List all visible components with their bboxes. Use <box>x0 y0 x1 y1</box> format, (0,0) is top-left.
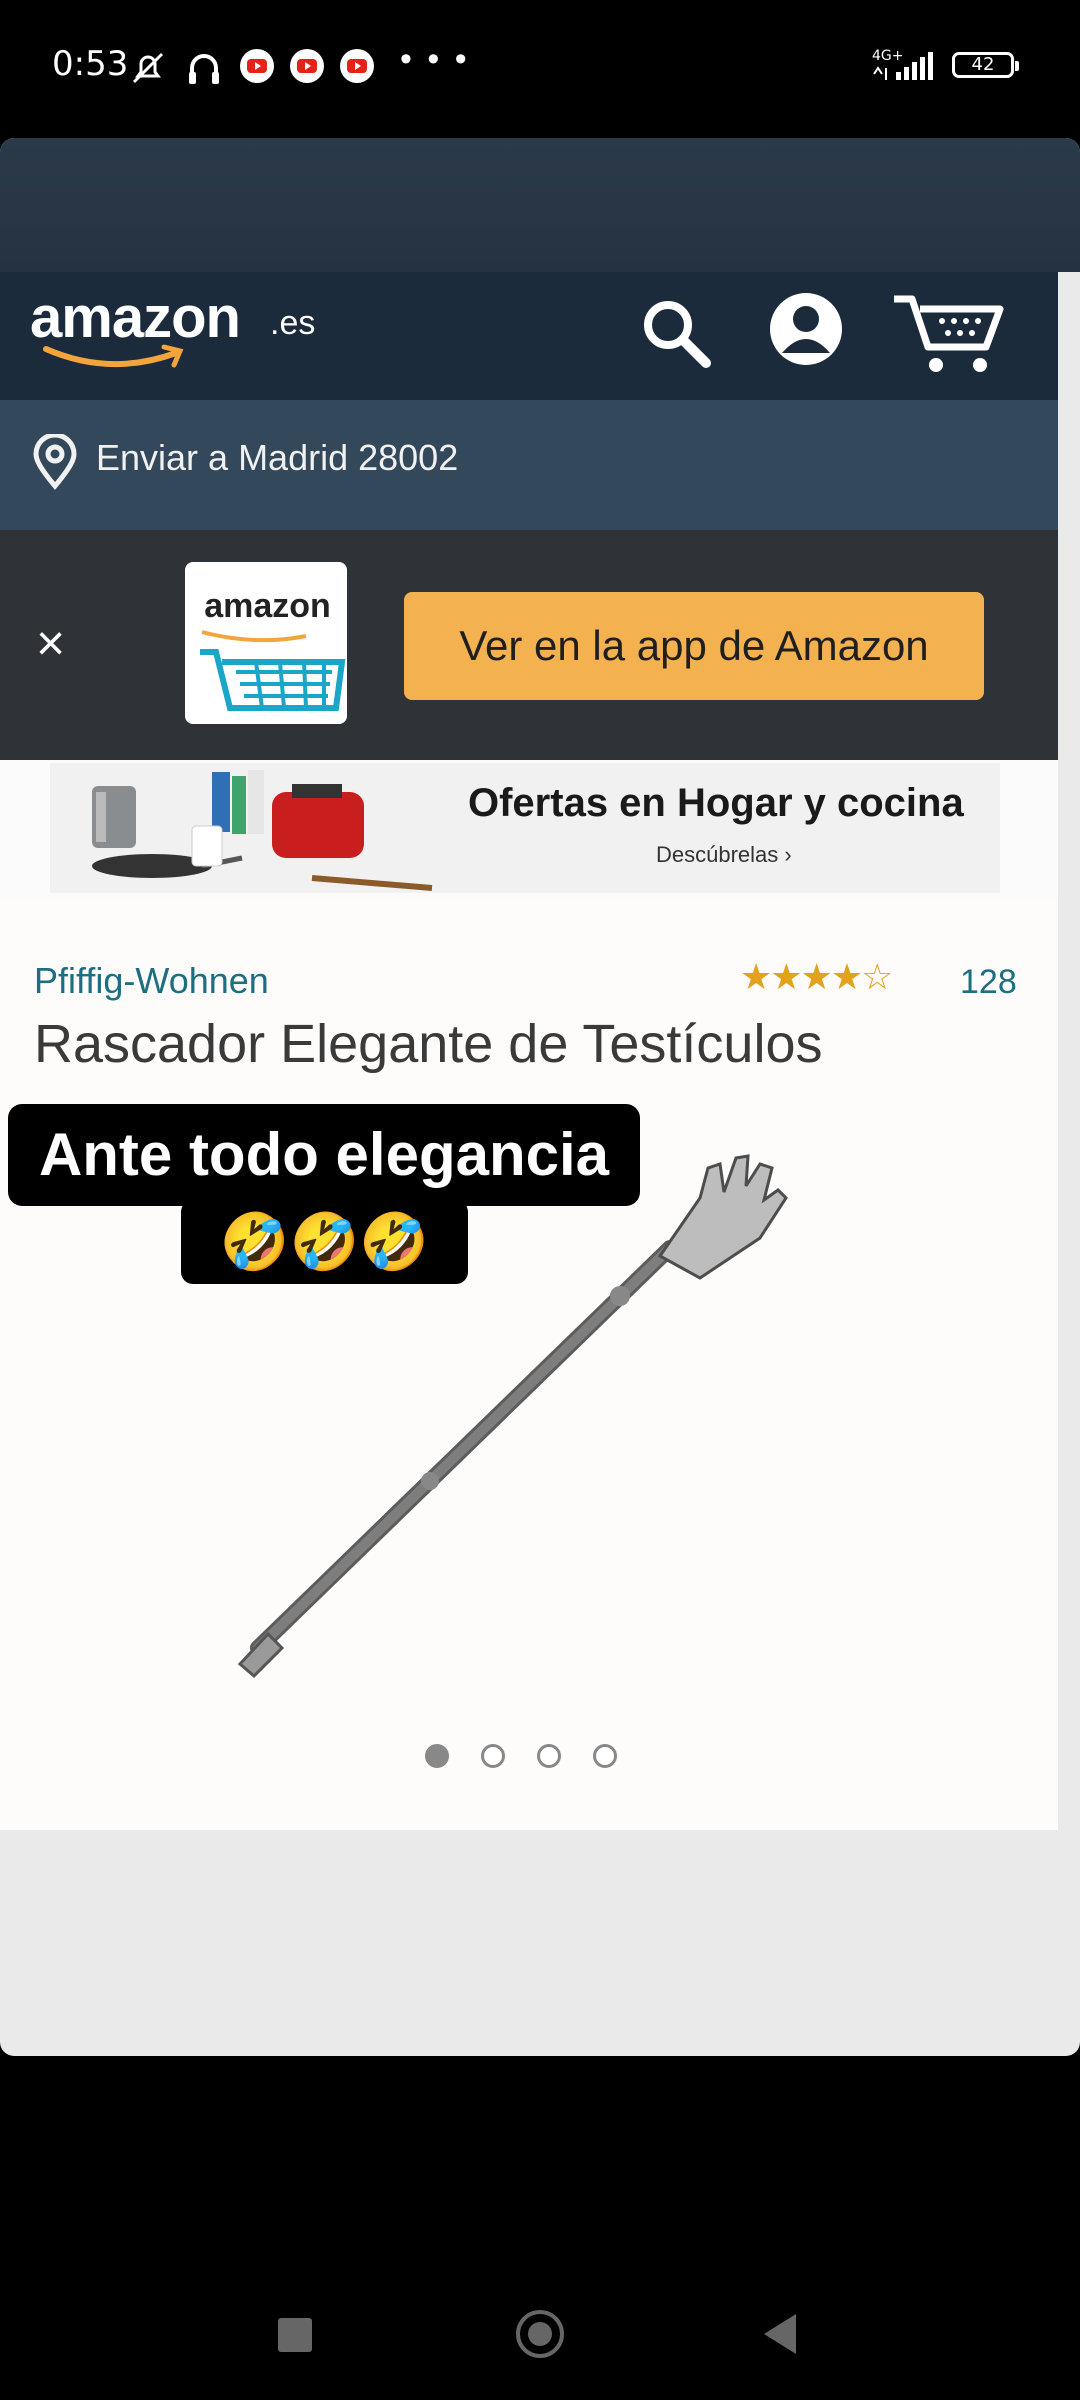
home-icon[interactable] <box>516 2310 564 2358</box>
signal-icon <box>873 52 933 80</box>
close-banner-button[interactable]: × <box>36 618 65 668</box>
mute-icon <box>132 52 164 84</box>
app-icon-label: amazon <box>204 587 331 625</box>
location-pin-icon <box>33 434 77 490</box>
carousel-dot[interactable] <box>481 1744 505 1768</box>
carousel-dot[interactable] <box>537 1744 561 1768</box>
cart-icon[interactable] <box>890 287 1010 377</box>
youtube-icon <box>340 49 374 83</box>
caption-line1: Ante todo elegancia <box>38 1121 610 1188</box>
status-time: 0:53 <box>52 44 129 84</box>
screenshot-card: amazon .es Enviar a Madrid 28002 × amazo… <box>0 138 1080 2056</box>
rating-count[interactable]: 128 <box>960 963 1017 1002</box>
promo-subtitle-link[interactable]: Descúbrelas › <box>656 842 792 868</box>
account-icon[interactable] <box>764 287 848 371</box>
kitchen-products-image <box>92 770 433 891</box>
product-title: Rascador Elegante de Testículos <box>34 1014 823 1074</box>
battery-icon: 42 <box>952 52 1019 78</box>
youtube-icon <box>240 49 274 83</box>
carousel-dot[interactable] <box>593 1744 617 1768</box>
amazon-logo-suffix: .es <box>270 304 316 342</box>
delivery-location-text[interactable]: Enviar a Madrid 28002 <box>96 437 458 479</box>
open-in-app-button[interactable]: Ver en la app de Amazon <box>404 592 984 700</box>
amazon-smile-icon <box>43 344 184 368</box>
brand-link[interactable]: Pfiffig-Wohnen <box>34 960 269 1002</box>
caption-emojis: 🤣🤣🤣 <box>219 1210 430 1273</box>
promo-title[interactable]: Ofertas en Hogar y cocina <box>468 781 964 826</box>
youtube-icon <box>290 49 324 83</box>
search-icon[interactable] <box>636 293 716 373</box>
rating-stars[interactable]: ★★★★☆ <box>740 956 893 998</box>
amazon-logo[interactable]: amazon <box>30 284 241 351</box>
carousel-dot[interactable] <box>425 1744 449 1768</box>
browser-top-strip <box>0 138 1080 272</box>
headphones-icon <box>189 54 219 84</box>
recents-icon[interactable] <box>278 2318 312 2352</box>
app-cart-icon <box>200 630 346 711</box>
back-icon[interactable] <box>764 2314 796 2354</box>
more-notifications-icon: • • • <box>400 40 470 78</box>
